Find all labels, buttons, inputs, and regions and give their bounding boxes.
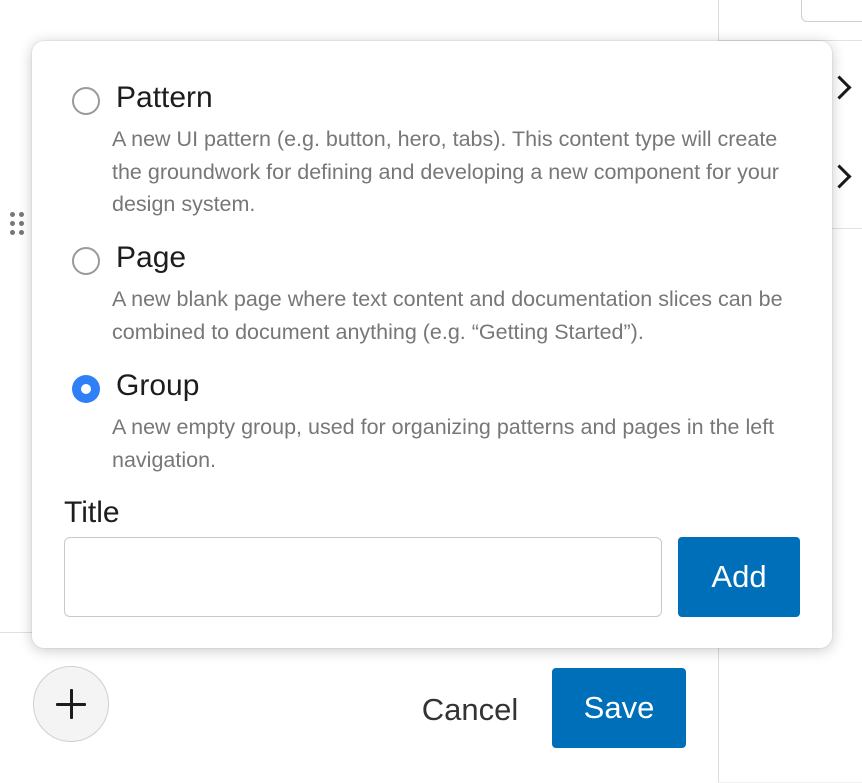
save-button[interactable]: Save <box>552 668 686 748</box>
drag-handle-icon[interactable] <box>10 212 30 238</box>
radio-page[interactable] <box>72 247 100 275</box>
title-input[interactable] <box>64 537 662 617</box>
option-description: A new UI pattern (e.g. button, hero, tab… <box>112 127 779 216</box>
option-description: A new blank page where text content and … <box>112 287 783 344</box>
radio-group[interactable] <box>72 375 100 403</box>
option-description: A new empty group, used for organizing p… <box>112 415 775 472</box>
title-label: Title <box>64 496 120 529</box>
option-label: Pattern <box>116 81 213 114</box>
add-button[interactable]: Add <box>678 537 800 617</box>
add-content-button[interactable] <box>33 666 109 742</box>
radio-pattern[interactable] <box>72 87 100 115</box>
option-label: Group <box>116 369 200 402</box>
option-label: Page <box>116 241 187 274</box>
sidebar-input[interactable] <box>801 0 862 22</box>
cancel-button[interactable]: Cancel <box>404 680 536 740</box>
new-content-popover: Pattern A new UI pattern (e.g. button, h… <box>32 41 832 648</box>
